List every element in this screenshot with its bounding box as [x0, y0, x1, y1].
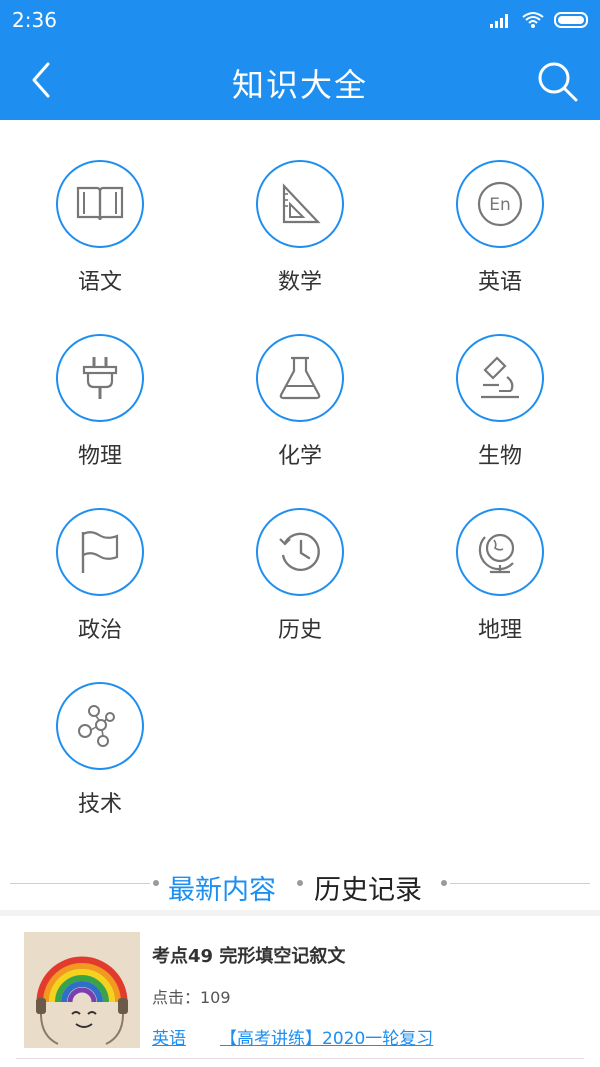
category-label: 技术	[77, 792, 122, 817]
section-divider	[0, 910, 600, 916]
category-icon-circle	[256, 508, 344, 596]
divider-dot	[441, 880, 447, 886]
flask-icon	[279, 356, 321, 400]
page-title: 知识大全	[231, 66, 368, 104]
tab-latest[interactable]: 最新内容	[168, 868, 276, 907]
category-biology[interactable]: 生物	[432, 334, 572, 484]
category-chemistry[interactable]: 化学	[232, 334, 372, 484]
status-time: 2:36	[12, 8, 57, 32]
category-label: 物理	[77, 444, 122, 469]
category-icon-circle	[56, 160, 144, 248]
category-icon-circle	[56, 334, 144, 422]
category-label: 语文	[77, 270, 122, 295]
category-icon-circle	[56, 508, 144, 596]
plug-icon	[82, 357, 118, 399]
category-icon-circle	[256, 160, 344, 248]
category-label: 地理	[477, 618, 522, 643]
category-label: 化学	[277, 444, 322, 469]
set-square-icon	[282, 183, 321, 224]
molecule-icon	[78, 705, 115, 747]
rainbow-thumbnail-icon	[24, 932, 140, 1048]
category-label: 数学	[277, 270, 322, 295]
status-indicators	[490, 10, 590, 30]
divider-line-right	[450, 883, 590, 884]
category-label: 生物	[477, 444, 522, 469]
category-icon-circle	[256, 334, 344, 422]
category-icon-circle	[456, 508, 544, 596]
category-physics[interactable]: 物理	[32, 334, 172, 484]
signal-icon	[490, 14, 508, 28]
category-label: 政治	[77, 618, 122, 643]
content-tabs: 最新内容 历史记录	[0, 860, 600, 910]
article-thumbnail	[24, 932, 140, 1048]
category-label: 英语	[477, 270, 522, 295]
category-icon-circle: En	[456, 160, 544, 248]
category-history[interactable]: 历史	[232, 508, 372, 658]
history-clock-icon	[279, 532, 320, 571]
article-series-link[interactable]: 【高考讲练】2020一轮复习	[220, 1024, 433, 1049]
battery-icon	[554, 12, 588, 28]
category-politics[interactable]: 政治	[32, 508, 172, 658]
wifi-icon	[522, 12, 544, 28]
divider-line-left	[10, 883, 150, 884]
article-subject-link[interactable]: 英语	[152, 1024, 186, 1049]
category-geography[interactable]: 地理	[432, 508, 572, 658]
microscope-icon	[481, 356, 519, 399]
english-icon: En	[477, 181, 523, 227]
book-icon	[76, 186, 124, 221]
status-bar: 2:36	[0, 0, 600, 40]
globe-icon	[478, 533, 515, 574]
category-icon-circle	[456, 334, 544, 422]
divider-dot	[297, 880, 303, 886]
flag-icon	[81, 531, 119, 573]
app-bar: 知识大全	[0, 40, 600, 120]
category-english[interactable]: En 英语	[432, 160, 572, 310]
category-icon-circle	[56, 682, 144, 770]
list-divider	[16, 1058, 584, 1059]
tab-history[interactable]: 历史记录	[314, 868, 422, 907]
category-technology[interactable]: 技术	[32, 682, 172, 832]
english-glyph: En	[489, 195, 511, 215]
category-chinese[interactable]: 语文	[32, 160, 172, 310]
category-label: 历史	[277, 618, 322, 643]
list-item[interactable]: 考点49 完形填空记叙文 点击：109 英语 【高考讲练】2020一轮复习	[24, 930, 584, 1050]
divider-dot	[153, 880, 159, 886]
category-math[interactable]: 数学	[232, 160, 372, 310]
article-click-count: 点击：109	[152, 988, 231, 1007]
article-title[interactable]: 考点49 完形填空记叙文	[152, 942, 345, 968]
search-icon[interactable]	[536, 60, 580, 104]
